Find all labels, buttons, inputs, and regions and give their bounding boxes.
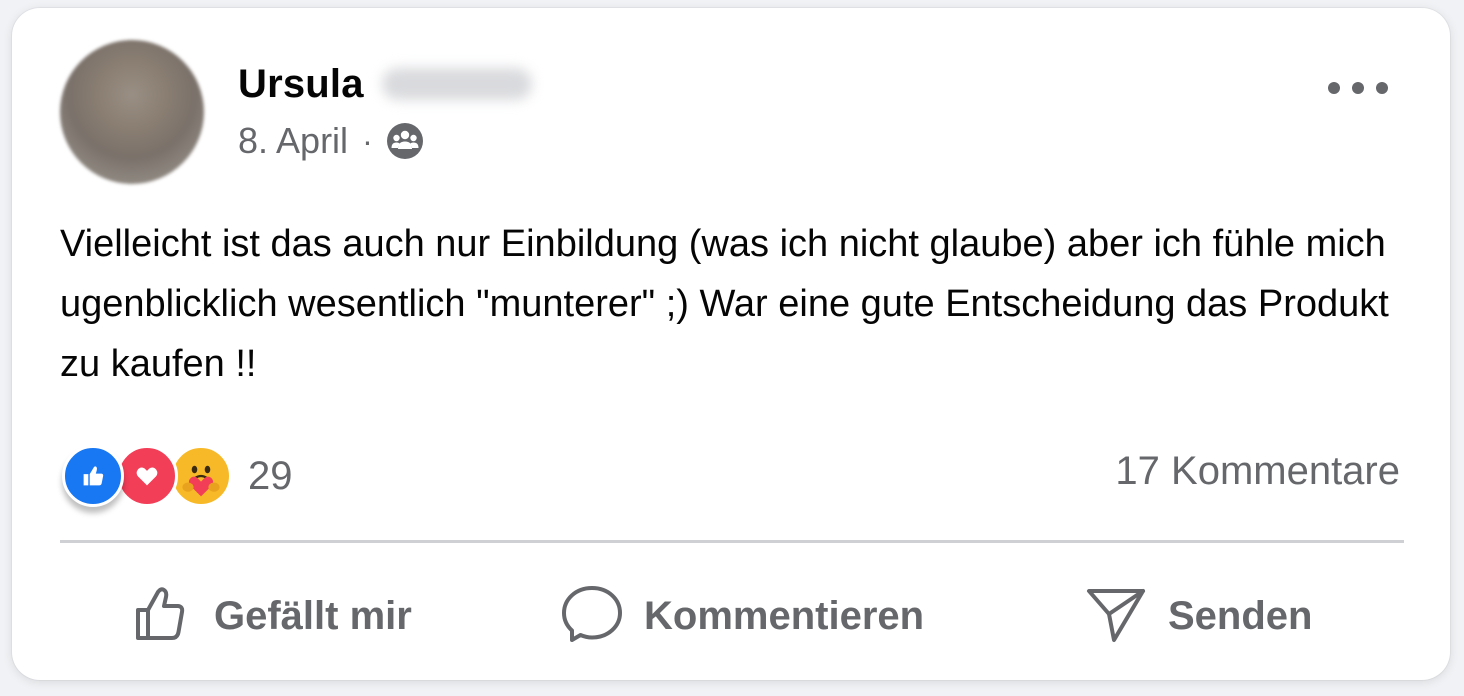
like-button-label: Gefällt mir xyxy=(214,594,412,638)
author-name[interactable]: Ursula xyxy=(238,62,364,107)
group-icon xyxy=(385,121,425,161)
send-button-label: Senden xyxy=(1168,594,1313,638)
post-card: Ursula 8. April · Vielleicht ist das auc… xyxy=(12,8,1450,680)
meta-separator: · xyxy=(362,122,373,159)
more-dot xyxy=(1376,82,1388,94)
author-name-row: Ursula xyxy=(238,58,532,110)
author-surname-blurred xyxy=(381,68,532,100)
action-bar: Gefällt mir Kommentieren Senden xyxy=(60,570,1404,660)
more-options-button[interactable] xyxy=(1328,68,1388,108)
post-date[interactable]: 8. April xyxy=(238,120,348,162)
comment-button[interactable]: Kommentieren xyxy=(560,582,924,651)
post-text: Vielleicht ist das auch nur Einbildung (… xyxy=(60,223,1389,385)
comment-bubble-icon xyxy=(560,582,624,651)
post-meta: 8. April · xyxy=(238,118,425,164)
more-dot xyxy=(1328,82,1340,94)
like-button[interactable]: Gefällt mir xyxy=(130,582,412,651)
like-icon xyxy=(62,445,124,507)
reaction-count: 29 xyxy=(248,453,293,498)
author-avatar[interactable] xyxy=(60,40,204,184)
love-icon xyxy=(116,445,178,507)
care-icon xyxy=(170,445,232,507)
send-icon xyxy=(1084,582,1148,651)
actions-divider xyxy=(60,540,1404,543)
comments-count-link[interactable]: 17 Kommentare xyxy=(1115,449,1400,494)
send-button[interactable]: Senden xyxy=(1084,582,1312,651)
thumbs-up-icon xyxy=(130,582,194,651)
reactions-summary[interactable]: 29 xyxy=(62,445,293,507)
comment-button-label: Kommentieren xyxy=(644,594,925,638)
more-dot xyxy=(1352,82,1364,94)
